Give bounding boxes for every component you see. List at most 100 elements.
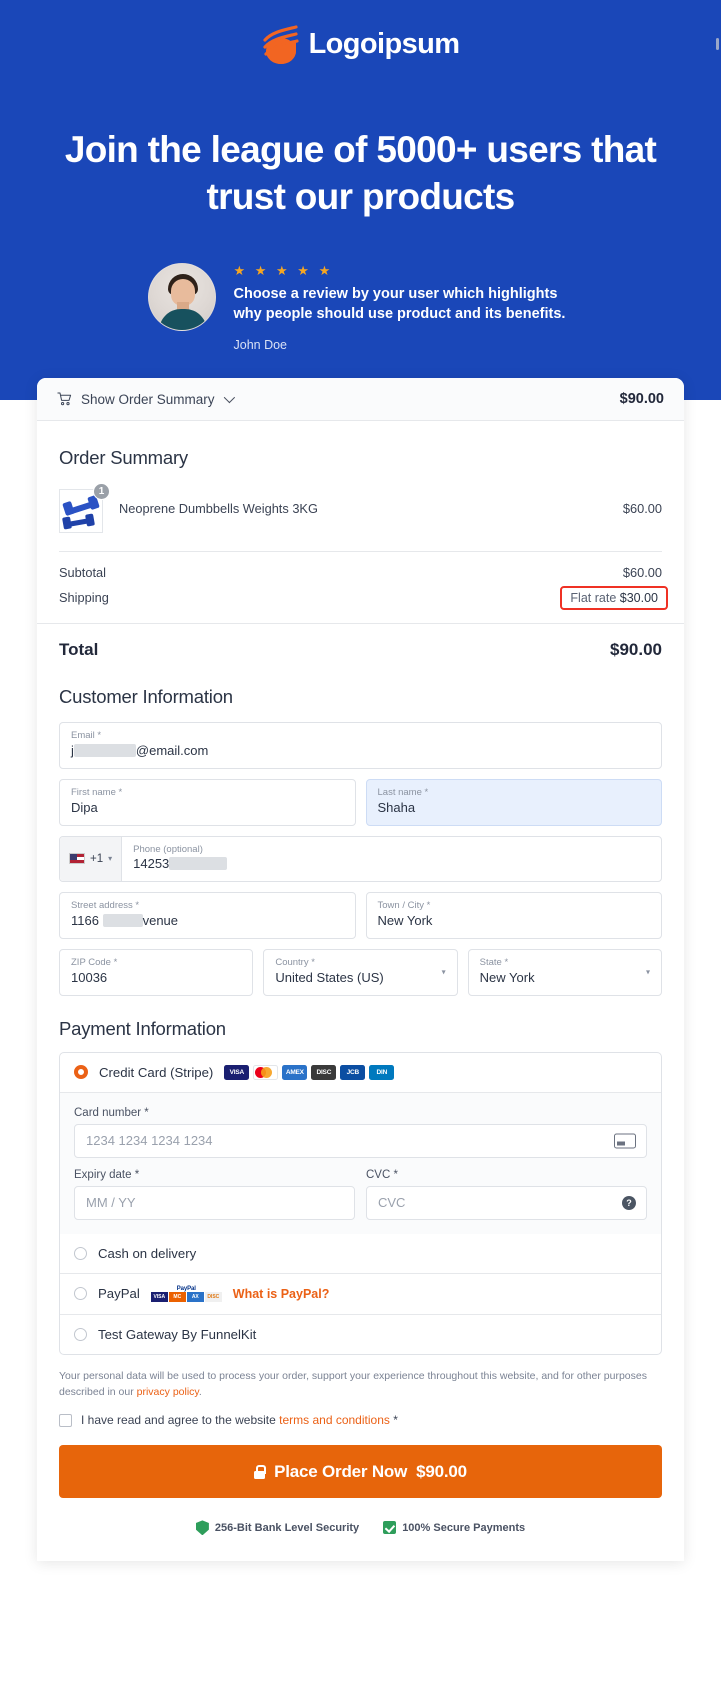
site-logo[interactable]: Logoipsum (0, 14, 721, 64)
avatar (147, 262, 216, 331)
customer-information-heading: Customer Information (59, 686, 233, 707)
accepted-card-icons: VISA AMEX DISC JCB DIN (224, 1064, 395, 1080)
payment-method-paypal-label: PayPal (98, 1286, 140, 1302)
payment-method-funnelkit[interactable]: Test Gateway By FunnelKit (60, 1313, 661, 1354)
zip-code-field[interactable]: ZIP Code * 10036 (59, 949, 254, 996)
page-title: Join the league of 5000+ users that trus… (64, 129, 657, 218)
what-is-paypal-link[interactable]: What is PayPal? (233, 1287, 330, 1301)
payment-method-stripe-label: Credit Card (Stripe) (99, 1064, 214, 1080)
show-order-summary-label: Show Order Summary (81, 391, 215, 407)
email-value: j @email.com (71, 742, 209, 758)
payment-method-paypal[interactable]: PayPal PayPal VISA MC AX DISC What is Pa… (60, 1272, 661, 1314)
city-label: Town / City * (377, 900, 431, 912)
subtotal-row: Subtotal $60.00 (59, 560, 662, 585)
lock-icon (254, 1464, 267, 1479)
dumbbell-product-image: 1 (59, 483, 110, 533)
privacy-policy-link[interactable]: privacy policy (137, 1386, 199, 1398)
logo-text: Logoipsum (308, 27, 460, 60)
last-name-value: Shaha (377, 799, 416, 815)
show-order-summary-toggle[interactable]: Show Order Summary (57, 391, 235, 407)
testimonial-author: John Doe (233, 337, 288, 352)
radio-paypal[interactable] (74, 1287, 87, 1301)
first-name-value: Dipa (71, 799, 98, 815)
chevron-down-icon (223, 391, 235, 404)
terms-and-conditions-link[interactable]: terms and conditions (279, 1413, 390, 1427)
paypal-icon: PayPal VISA MC AX DISC (150, 1286, 222, 1302)
privacy-text-2: . (198, 1386, 202, 1399)
payment-method-funnelkit-label: Test Gateway By FunnelKit (98, 1326, 257, 1342)
street-address-label: Street address * (71, 900, 140, 912)
total-value: $90.00 (610, 640, 662, 659)
payment-method-cod-label: Cash on delivery (98, 1245, 197, 1261)
terms-checkbox[interactable] (59, 1414, 72, 1428)
street-address-field[interactable]: Street address * 1166 venue (59, 892, 356, 940)
payment-method-cod[interactable]: Cash on delivery (60, 1234, 661, 1273)
diners-icon: DIN (369, 1064, 395, 1080)
shipping-value: $30.00 (619, 591, 658, 605)
checkout-card: Show Order Summary $90.00 Order Summary … (37, 378, 684, 1562)
last-name-label: Last name * (377, 786, 429, 798)
country-code-select[interactable]: +1 ▾ (60, 836, 123, 882)
terms-agreement-row[interactable]: I have read and agree to the website ter… (59, 1413, 662, 1428)
phone-label: Phone (optional) (133, 843, 203, 855)
checkout-page: Logoipsum Join the league of 5000+ users… (0, 0, 721, 1708)
cvc-label: CVC * (366, 1168, 398, 1181)
shipping-method: Flat rate (570, 591, 617, 605)
trust-badge-payments-label: 100% Secure Payments (402, 1521, 526, 1534)
trust-badges: 256-Bit Bank Level Security 100% Secure … (59, 1498, 662, 1561)
agree-text-2: * (389, 1413, 398, 1428)
hero-section: Logoipsum Join the league of 5000+ users… (0, 0, 721, 400)
credit-card-icon (614, 1133, 636, 1149)
state-label: State * (479, 957, 509, 969)
place-order-label: Place Order Now (274, 1461, 408, 1481)
first-name-label: First name * (71, 786, 123, 798)
street-address-value: 1166 venue (71, 913, 179, 929)
payment-method-stripe[interactable]: Credit Card (Stripe) VISA AMEX DISC JCB … (60, 1053, 661, 1092)
card-number-input[interactable]: 1234 1234 1234 1234 (74, 1123, 647, 1158)
card-number-placeholder: 1234 1234 1234 1234 (86, 1133, 213, 1149)
mastercard-icon (253, 1064, 279, 1080)
cvc-input[interactable]: CVC ? (366, 1185, 647, 1220)
us-flag-icon (69, 853, 85, 865)
jcb-icon: JCB (340, 1064, 366, 1080)
expiry-input[interactable]: MM / YY (74, 1185, 355, 1220)
radio-funnelkit[interactable] (74, 1327, 87, 1341)
show-order-summary-bar[interactable]: Show Order Summary $90.00 (37, 378, 684, 421)
country-select[interactable]: Country * United States (US) ▾ (263, 949, 458, 996)
zip-code-value: 10036 (71, 969, 108, 985)
first-name-field[interactable]: First name * Dipa (59, 778, 356, 826)
agree-text-1: I have read and agree to the website (81, 1413, 280, 1428)
city-field[interactable]: Town / City * New York (365, 892, 662, 940)
radio-cod[interactable] (74, 1246, 87, 1260)
trust-badge-security-label: 256-Bit Bank Level Security (214, 1521, 360, 1534)
place-order-amount: $90.00 (416, 1461, 467, 1481)
chevron-down-icon: ▾ (645, 967, 650, 977)
trust-badge-security: 256-Bit Bank Level Security (195, 1520, 360, 1536)
summary-bar-amount: $90.00 (619, 391, 664, 407)
phone-value: 14253 (133, 856, 650, 873)
scrollbar[interactable] (716, 38, 719, 50)
email-label: Email * (71, 730, 102, 741)
email-field[interactable]: Email * j @email.com (59, 722, 662, 769)
phone-field[interactable]: +1 ▾ Phone (optional) 14253 (59, 835, 662, 883)
state-select[interactable]: State * New York ▾ (467, 949, 662, 996)
chevron-down-icon: ▾ (441, 967, 446, 977)
shipping-method-highlight: Flat rate $30.00 (560, 586, 668, 610)
country-code-value: +1 (90, 852, 104, 865)
place-order-button[interactable]: Place Order Now $90.00 (59, 1445, 662, 1499)
item-price: $60.00 (622, 501, 662, 516)
country-value: United States (US) (275, 969, 384, 985)
item-name: Neoprene Dumbbells Weights 3KG (119, 501, 318, 516)
help-circle-icon[interactable]: ? (622, 1195, 636, 1210)
expiry-placeholder: MM / YY (86, 1195, 136, 1211)
total-row: Total $90.00 (59, 624, 662, 664)
radio-stripe[interactable] (74, 1065, 88, 1080)
discover-icon: DISC (311, 1064, 337, 1080)
green-check-icon (383, 1521, 397, 1535)
last-name-field[interactable]: Last name * Shaha (365, 778, 662, 826)
shipping-row: Shipping Flat rate $30.00 (59, 585, 668, 611)
country-label: Country * (275, 957, 315, 969)
total-label: Total (59, 640, 99, 659)
visa-icon: VISA (224, 1064, 250, 1080)
order-line-item: 1 Neoprene Dumbbells Weights 3KG $60.00 (59, 469, 662, 551)
